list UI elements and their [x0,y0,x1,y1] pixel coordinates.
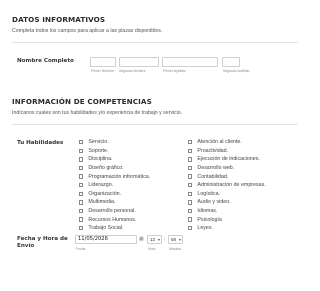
checkbox-box[interactable] [79,217,84,222]
checkbox-box[interactable] [188,200,193,205]
calendar-icon[interactable]: ▦ [139,236,144,242]
checkbox-box[interactable] [79,200,84,205]
skill-checkbox[interactable]: Leyes. [188,224,266,233]
time-separator: : [164,236,166,242]
nombre-completo-label: Nombre Completo [17,58,74,64]
checkbox-box[interactable] [188,140,193,145]
skill-checkbox[interactable]: Desarrollo web. [188,164,266,173]
minute-sublabel: Minutos [169,247,181,251]
checkbox-box[interactable] [188,217,193,222]
skill-checkbox[interactable]: Desarrollo personal. [79,207,150,216]
section-title-competencias: INFORMACIÓN DE COMPETENCIAS [12,97,152,106]
skill-checkbox[interactable]: Servicio. [79,138,150,147]
skill-checkbox[interactable]: Logística. [188,190,266,199]
checkbox-box[interactable] [188,174,193,179]
section-description-datos: Completa todos los campos para aplicar a… [12,28,163,34]
checkbox-box[interactable] [79,157,84,162]
hour-select[interactable]: 12 ▾ [147,235,162,244]
skill-checkbox[interactable]: Audio y video. [188,198,266,207]
fecha-hora-label: Fecha y Hora de Envío [17,236,68,249]
skill-checkbox[interactable]: Proactividad. [188,147,266,156]
second-name-input[interactable] [119,57,159,67]
checkbox-box[interactable] [79,140,84,145]
skill-checkbox[interactable]: Multimedia. [79,198,150,207]
skill-checkbox[interactable]: Organización. [79,190,150,199]
skill-checkbox[interactable]: Atención al cliente. [188,138,266,147]
divider [12,42,298,43]
skill-checkbox[interactable]: Recursos Humanos. [79,215,150,224]
skills-column-left: Servicio. Soporte. Disciplina. Diseño gr… [79,138,150,233]
date-sublabel: Fecha [76,247,86,251]
chevron-down-icon: ▾ [178,237,181,242]
skill-checkbox[interactable]: Administración de empresas. [188,181,266,190]
checkbox-box[interactable] [188,191,193,197]
checkbox-box[interactable] [188,208,193,214]
checkbox-box[interactable] [79,191,84,197]
skill-checkbox[interactable]: Liderazgo. [79,181,150,190]
skills-column-right: Atención al cliente. Proactividad. Ejecu… [188,138,266,233]
second-surname-input[interactable] [222,57,240,67]
skill-checkbox[interactable]: Programación informática. [79,172,150,181]
skill-checkbox[interactable]: Contabilidad. [188,172,266,181]
checkbox-box[interactable] [188,183,193,188]
first-name-sublabel: Primer Nombre [91,69,114,73]
second-surname-sublabel: Segundo Apellido [223,69,250,73]
first-surname-input[interactable] [162,57,218,67]
hour-sublabel: Hora [148,247,156,251]
checkbox-box[interactable] [79,183,84,188]
skill-checkbox[interactable]: Trabajo Social. [79,224,150,233]
skill-checkbox[interactable]: Diseño gráfico. [79,164,150,173]
skill-checkbox[interactable]: Disciplina. [79,155,150,164]
section-description-competencias: Indícanos cuales son tus habilidades y/o… [12,110,183,116]
second-name-sublabel: Segundo Nombre [119,69,146,73]
checkbox-box[interactable] [79,226,84,231]
minute-select[interactable]: 58 ▾ [168,235,183,244]
checkbox-box[interactable] [79,208,84,214]
section-title-datos: DATOS INFORMATIVOS [12,15,106,24]
skill-checkbox[interactable]: Ejecución de indicaciones. [188,155,266,164]
checkbox-box[interactable] [188,157,193,162]
habilidades-label: Tu Habilidades [17,140,64,146]
first-surname-sublabel: Primer Apellido [163,69,186,73]
checkbox-box[interactable] [188,165,193,171]
checkbox-box[interactable] [79,165,84,171]
skill-checkbox[interactable]: Idiomas. [188,207,266,216]
chevron-down-icon: ▾ [157,237,160,242]
first-name-input[interactable] [90,57,116,67]
checkbox-box[interactable] [188,226,193,231]
checkbox-box[interactable] [79,174,84,179]
checkbox-box[interactable] [188,148,193,154]
skill-checkbox[interactable]: Soporte. [79,147,150,156]
divider [12,124,298,125]
skill-checkbox[interactable]: Psicología [188,215,266,224]
date-input[interactable]: 11/05/2026 [75,235,137,244]
checkbox-box[interactable] [79,148,84,154]
